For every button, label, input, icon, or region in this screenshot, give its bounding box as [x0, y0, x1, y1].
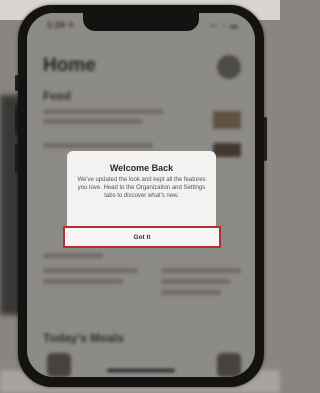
dialog-title: Welcome Back [109, 163, 174, 173]
volume-up-button [15, 105, 18, 135]
volume-down-button [15, 143, 18, 173]
notch [83, 13, 199, 31]
power-button [264, 117, 267, 161]
dialog-message: We've updated the look and kept all the … [77, 177, 206, 199]
mute-switch [15, 75, 18, 91]
phone-frame: 1:24 ✈ ▪▪ ◔ ▬ Home Feed Today's Meals We… [15, 5, 267, 387]
phone-screen: 1:24 ✈ ▪▪ ◔ ▬ Home Feed Today's Meals We… [27, 13, 255, 377]
got-it-button[interactable]: Got It [63, 226, 221, 248]
